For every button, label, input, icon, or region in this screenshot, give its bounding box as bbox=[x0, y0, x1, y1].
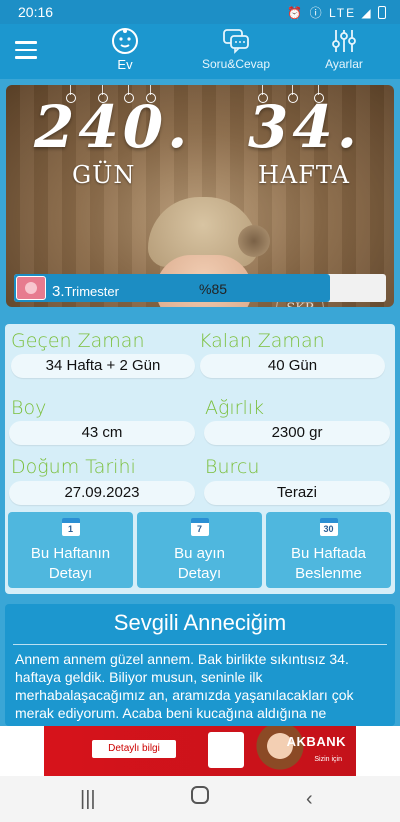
calendar-icon: 30 bbox=[319, 518, 338, 536]
weeks-label: HAFTA bbox=[258, 161, 350, 189]
message-title: Sevgili Anneciğim bbox=[113, 610, 287, 635]
recent-apps-icon[interactable]: ||| bbox=[80, 788, 96, 811]
ad-slogan: Sizin için bbox=[314, 756, 342, 763]
uterus-icon bbox=[16, 276, 46, 300]
week-nutrition-button[interactable]: 30 Bu Haftada Beslenme bbox=[266, 512, 391, 588]
sign-value: Terazi bbox=[204, 481, 390, 505]
height-value: 43 cm bbox=[9, 421, 195, 445]
week-detail-button[interactable]: 1 Bu Haftanın Detayı bbox=[8, 512, 133, 588]
elapsed-value: 34 Hafta + 2 Gün bbox=[11, 354, 195, 378]
ad-cta-button[interactable]: Detaylı bilgi bbox=[92, 740, 176, 758]
calendar-icon: 7 bbox=[190, 518, 209, 536]
message-body: Annem annem güzel annem. Bak birlikte sı… bbox=[15, 651, 354, 726]
trimester-progress: 3.Trimester %85 bbox=[14, 274, 386, 302]
ad-banner[interactable]: Detaylı bilgi AKBANK Sizin için bbox=[44, 726, 356, 776]
status-bar: 20:16 ⏰ ⓘ LTE ◢ bbox=[0, 0, 400, 24]
due-date-value: 27.09.2023 bbox=[9, 481, 195, 505]
elapsed-title: Geçen Zaman bbox=[11, 330, 145, 352]
days-counter: 240. bbox=[34, 93, 192, 161]
hat-flower-image bbox=[238, 225, 270, 257]
month-detail-line1: Bu ayın bbox=[174, 545, 225, 562]
month-detail-button[interactable]: 7 Bu ayın Detayı bbox=[137, 512, 262, 588]
tab-settings[interactable]: Ayarlar bbox=[316, 27, 372, 71]
trimester-text: Trimester bbox=[64, 284, 119, 299]
message-card[interactable]: Sevgili Anneciğim Annem annem güzel anne… bbox=[5, 604, 395, 726]
tab-qa[interactable]: Soru&Cevap bbox=[196, 27, 276, 71]
weight-value: 2300 gr bbox=[204, 421, 390, 445]
message-divider bbox=[13, 644, 387, 645]
baby-icon bbox=[112, 28, 138, 54]
status-time: 20:16 bbox=[18, 4, 54, 20]
week-nutrition-line1: Bu Haftada bbox=[290, 545, 367, 562]
ad-product-image bbox=[208, 732, 244, 768]
tab-settings-label: Ayarlar bbox=[325, 57, 363, 71]
trimester-percent: %85 bbox=[199, 281, 228, 297]
battery-icon bbox=[378, 6, 386, 19]
week-detail-line2: Detayı bbox=[48, 565, 93, 582]
sign-title: Burcu bbox=[205, 456, 260, 478]
status-indicators: ⏰ ⓘ LTE ◢ bbox=[287, 6, 373, 20]
week-detail-line1: Bu Haftanın bbox=[30, 545, 111, 562]
ad-banner-area: Detaylı bilgi AKBANK Sizin için bbox=[0, 726, 400, 776]
trimester-number: 3. bbox=[52, 283, 65, 300]
month-detail-line2: Detayı bbox=[177, 565, 222, 582]
trimester-label: 3.Trimester bbox=[52, 283, 119, 300]
tab-qa-label: Soru&Cevap bbox=[201, 57, 271, 71]
weight-title: Ağırlık bbox=[205, 397, 265, 419]
calendar-icon: 1 bbox=[61, 518, 80, 536]
remaining-value: 40 Gün bbox=[200, 354, 385, 378]
home-icon[interactable] bbox=[190, 785, 210, 811]
sliders-icon bbox=[332, 30, 356, 52]
status-icons: ⏰ ⓘ LTE ◢ bbox=[287, 4, 386, 21]
back-icon[interactable]: ‹ bbox=[306, 788, 313, 811]
chat-icon bbox=[223, 29, 249, 54]
tab-home-label: Ev bbox=[117, 57, 133, 72]
weeks-counter: 34. bbox=[248, 93, 361, 161]
remaining-title: Kalan Zaman bbox=[199, 330, 325, 352]
menu-icon[interactable] bbox=[15, 41, 37, 59]
system-nav-bar: ||| ‹ bbox=[0, 776, 400, 822]
tab-home[interactable]: Ev bbox=[100, 27, 150, 72]
week-nutrition-line2: Beslenme bbox=[295, 565, 362, 582]
height-title: Boy bbox=[11, 397, 47, 419]
ad-brand: AKBANK bbox=[286, 734, 346, 749]
days-label: GÜN bbox=[72, 161, 136, 189]
due-date-title: Doğum Tarihi bbox=[11, 456, 136, 478]
app-bar: Ev Soru&Cevap Ayarlar bbox=[0, 24, 400, 79]
